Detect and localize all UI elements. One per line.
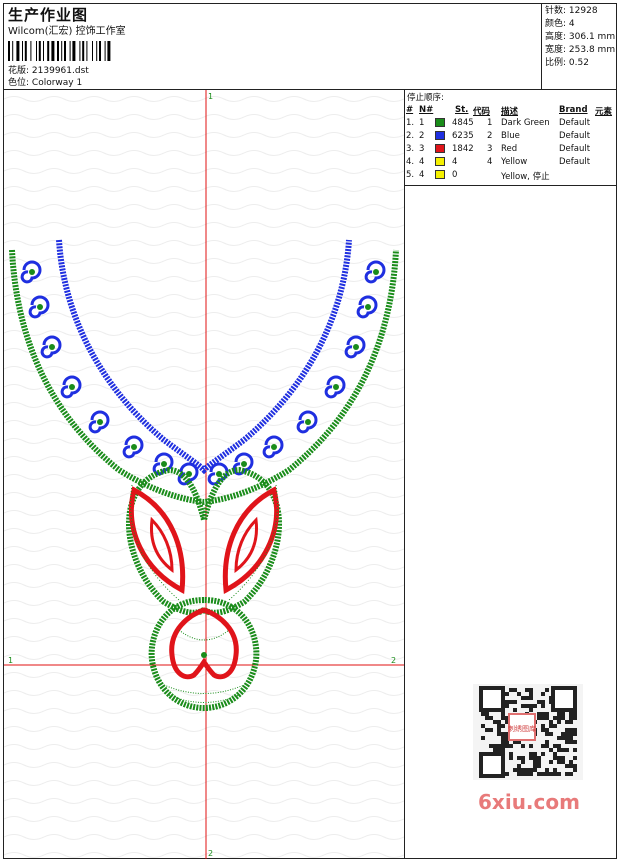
axis-label-top: 1: [208, 92, 213, 101]
seal-text: 刺绣图库: [508, 724, 536, 733]
row-brand: Default: [559, 131, 591, 141]
green-dot: [305, 419, 311, 425]
qr-code-graphic: 刺绣图库: [479, 686, 577, 778]
row-stitches: 0: [452, 170, 458, 180]
col-brand: Brand: [559, 105, 588, 115]
qr-code: 刺绣图库: [473, 684, 583, 780]
design-height: 高度: 306.1 mm: [545, 32, 616, 42]
design-canvas[interactable]: 1 2 1 2: [4, 90, 405, 859]
stop-row: 4. 4 4 4 Yellow Default: [405, 157, 616, 170]
qr-finder: [479, 752, 505, 778]
color-swatch: [435, 118, 445, 127]
green-dot: [271, 444, 277, 450]
colorway-line: 色位: Colorway 1: [8, 77, 538, 89]
stop-row: 1. 1 4845 1 Dark Green Default: [405, 118, 616, 131]
design-scale: 比例: 0.52: [545, 58, 589, 68]
stats-panel: 针数: 12928 颜色: 4 高度: 306.1 mm 宽度: 253.8 m…: [541, 4, 616, 89]
color-swatch: [435, 170, 445, 179]
colorway-value: Colorway 1: [31, 78, 83, 88]
watermark-brand: 6xiu.com: [478, 790, 580, 814]
sheet-title: 生产作业图: [8, 6, 89, 24]
row-index: 1.: [406, 118, 415, 128]
stitch-count: 针数: 12928: [545, 6, 598, 16]
color-swatch: [435, 131, 445, 140]
col-element: 元素: [595, 107, 613, 117]
stop-row: 2. 2 6235 2 Blue Default: [405, 131, 616, 144]
color-count: 颜色: 4: [545, 19, 575, 29]
green-dot: [29, 269, 35, 275]
row-needle: 2: [419, 131, 425, 141]
row-brand: Default: [559, 144, 591, 154]
row-code: 4: [487, 157, 493, 167]
row-description: Yellow: [501, 157, 528, 167]
row-description: Blue: [501, 131, 520, 141]
green-dot: [241, 461, 247, 467]
row-needle: 4: [419, 157, 425, 167]
production-sheet: 生产作业图 Wilcom(汇宏) 控饰工作室 花版: 2139961.dst 色…: [3, 3, 617, 859]
green-dot: [131, 444, 137, 450]
color-swatch: [435, 157, 445, 166]
colorway-label: 色位:: [8, 78, 30, 88]
stop-sequence-table: 停止顺序: # N# St. 代码 描述 Brand 元素 1. 1 4845 1 Da…: [405, 90, 616, 186]
row-code: 1: [487, 118, 493, 128]
company-name: Wilcom(汇宏) 控饰工作室: [8, 26, 126, 37]
row-description: Dark Green: [501, 118, 550, 128]
embroidery-design: 1 2 1 2: [4, 90, 404, 859]
sheet-header: 生产作业图 Wilcom(汇宏) 控饰工作室 花版: 2139961.dst 色…: [4, 4, 616, 90]
green-dot: [353, 344, 359, 350]
row-description: Yellow, 停止: [501, 172, 550, 182]
color-swatch: [435, 144, 445, 153]
header-info: 生产作业图 Wilcom(汇宏) 控饰工作室 花版: 2139961.dst 色…: [8, 6, 538, 88]
green-dot: [333, 384, 339, 390]
green-dot: [69, 384, 75, 390]
row-index: 2.: [406, 131, 415, 141]
design-width: 宽度: 253.8 mm: [545, 45, 616, 55]
axis-label-bottom: 2: [208, 849, 213, 858]
axis-label-right: 2: [391, 656, 396, 665]
col-code: 代码: [473, 107, 491, 117]
stop-sequence-title: 停止顺序:: [407, 93, 444, 103]
row-index: 5.: [406, 170, 415, 180]
stop-row: 5. 4 0 Yellow, 停止: [405, 170, 616, 183]
green-dot: [49, 344, 55, 350]
pendant-center-dot: [201, 652, 207, 658]
green-dot: [373, 269, 379, 275]
barcode: [8, 41, 111, 61]
row-description: Red: [501, 144, 518, 154]
row-needle: 4: [419, 170, 425, 180]
col-number: N#: [419, 105, 434, 115]
design-file: 2139961.dst: [31, 66, 89, 76]
row-needle: 1: [419, 118, 425, 128]
design-label: 花版:: [8, 66, 30, 76]
row-stitches: 4845: [452, 118, 474, 128]
row-needle: 3: [419, 144, 425, 154]
design-line: 花版: 2139961.dst: [8, 65, 538, 77]
col-description: 描述: [501, 107, 519, 117]
green-dot: [161, 461, 167, 467]
row-code: 2: [487, 131, 493, 141]
col-hash: #: [406, 105, 414, 115]
green-dot: [97, 419, 103, 425]
row-stitches: 1842: [452, 144, 474, 154]
green-dot: [37, 304, 43, 310]
row-stitches: 6235: [452, 131, 474, 141]
green-dot: [365, 304, 371, 310]
stop-row: 3. 3 1842 3 Red Default: [405, 144, 616, 157]
col-stitches: St.: [455, 105, 469, 115]
row-stitches: 4: [452, 157, 458, 167]
row-index: 3.: [406, 144, 415, 154]
side-panel: 停止顺序: # N# St. 代码 描述 Brand 元素 1. 1 4845 1 Da…: [405, 90, 616, 859]
qr-finder: [551, 686, 577, 712]
axis-label-left: 1: [8, 656, 13, 665]
row-brand: Default: [559, 157, 591, 167]
qr-finder: [479, 686, 505, 712]
row-code: 3: [487, 144, 493, 154]
row-brand: Default: [559, 118, 591, 128]
row-index: 4.: [406, 157, 415, 167]
